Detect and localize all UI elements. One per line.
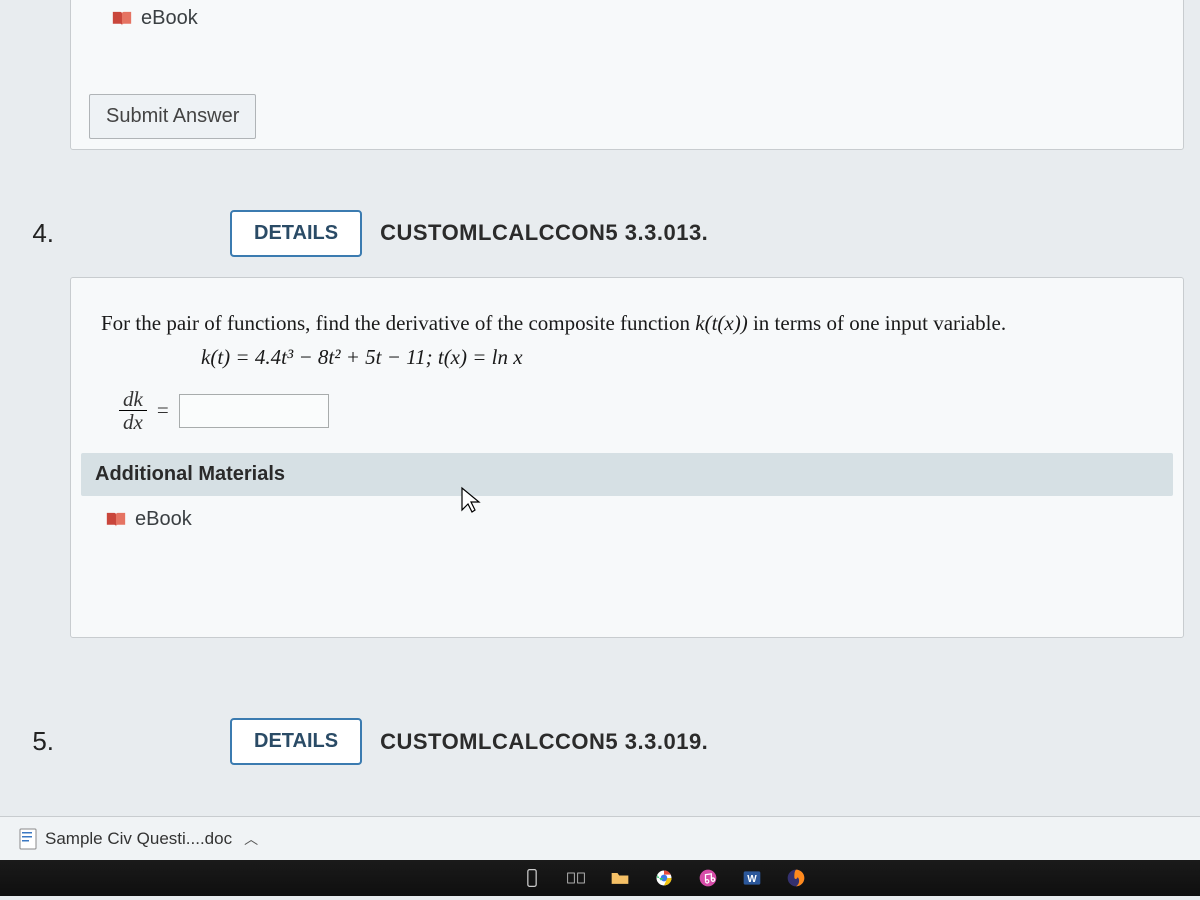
prompt-fn: k(t(x))	[695, 311, 747, 335]
question-number-4: 4.	[14, 218, 54, 249]
taskbar-taskview-icon[interactable]	[564, 866, 588, 890]
download-bar: Sample Civ Questi....doc ︿	[0, 816, 1200, 860]
submit-answer-button[interactable]: Submit Answer	[89, 94, 256, 139]
frac-numerator: dk	[119, 388, 147, 411]
details-button-q5[interactable]: DETAILS	[230, 718, 362, 765]
taskbar-chrome-icon[interactable]	[652, 866, 676, 890]
details-button-q4[interactable]: DETAILS	[230, 210, 362, 257]
frac-denominator: dx	[123, 411, 143, 433]
taskbar-firefox-icon[interactable]	[784, 866, 808, 890]
prompt-tail: in terms of one input variable.	[748, 311, 1006, 335]
download-item[interactable]: Sample Civ Questi....doc ︿	[8, 823, 269, 855]
ebook-link-q4[interactable]: eBook	[105, 508, 192, 531]
taskbar: W	[0, 860, 1200, 896]
chevron-up-icon[interactable]: ︿	[244, 829, 258, 849]
problem-id-q4: CUSTOMLCALCCON5 3.3.013.	[380, 220, 708, 246]
ebook-label-q4: eBook	[135, 508, 192, 531]
taskbar-phone-icon[interactable]	[520, 866, 544, 890]
derivative-fraction: dk dx	[119, 388, 147, 433]
taskbar-itunes-icon[interactable]	[696, 866, 720, 890]
formula-text: k(t) = 4.4t³ − 8t² + 5t − 11; t(x) = ln …	[201, 345, 1153, 370]
answer-row: dk dx =	[119, 388, 1153, 433]
problem-id-q5: CUSTOMLCALCCON5 3.3.019.	[380, 729, 708, 755]
doc-icon	[19, 828, 37, 850]
taskbar-explorer-icon[interactable]	[608, 866, 632, 890]
answer-input[interactable]	[179, 394, 329, 428]
question-number-5: 5.	[14, 726, 54, 757]
book-icon	[111, 10, 133, 28]
equals-sign: =	[157, 398, 169, 423]
additional-materials-header: Additional Materials	[81, 453, 1173, 496]
question-prompt: For the pair of functions, find the deri…	[101, 308, 1153, 340]
download-filename: Sample Civ Questi....doc	[45, 829, 232, 849]
taskbar-word-icon[interactable]: W	[740, 866, 764, 890]
ebook-label: eBook	[141, 7, 198, 30]
prompt-lead: For the pair of functions, find the deri…	[101, 311, 695, 335]
ebook-link[interactable]: eBook	[111, 7, 198, 30]
book-icon	[105, 511, 127, 529]
svg-text:W: W	[747, 874, 757, 885]
